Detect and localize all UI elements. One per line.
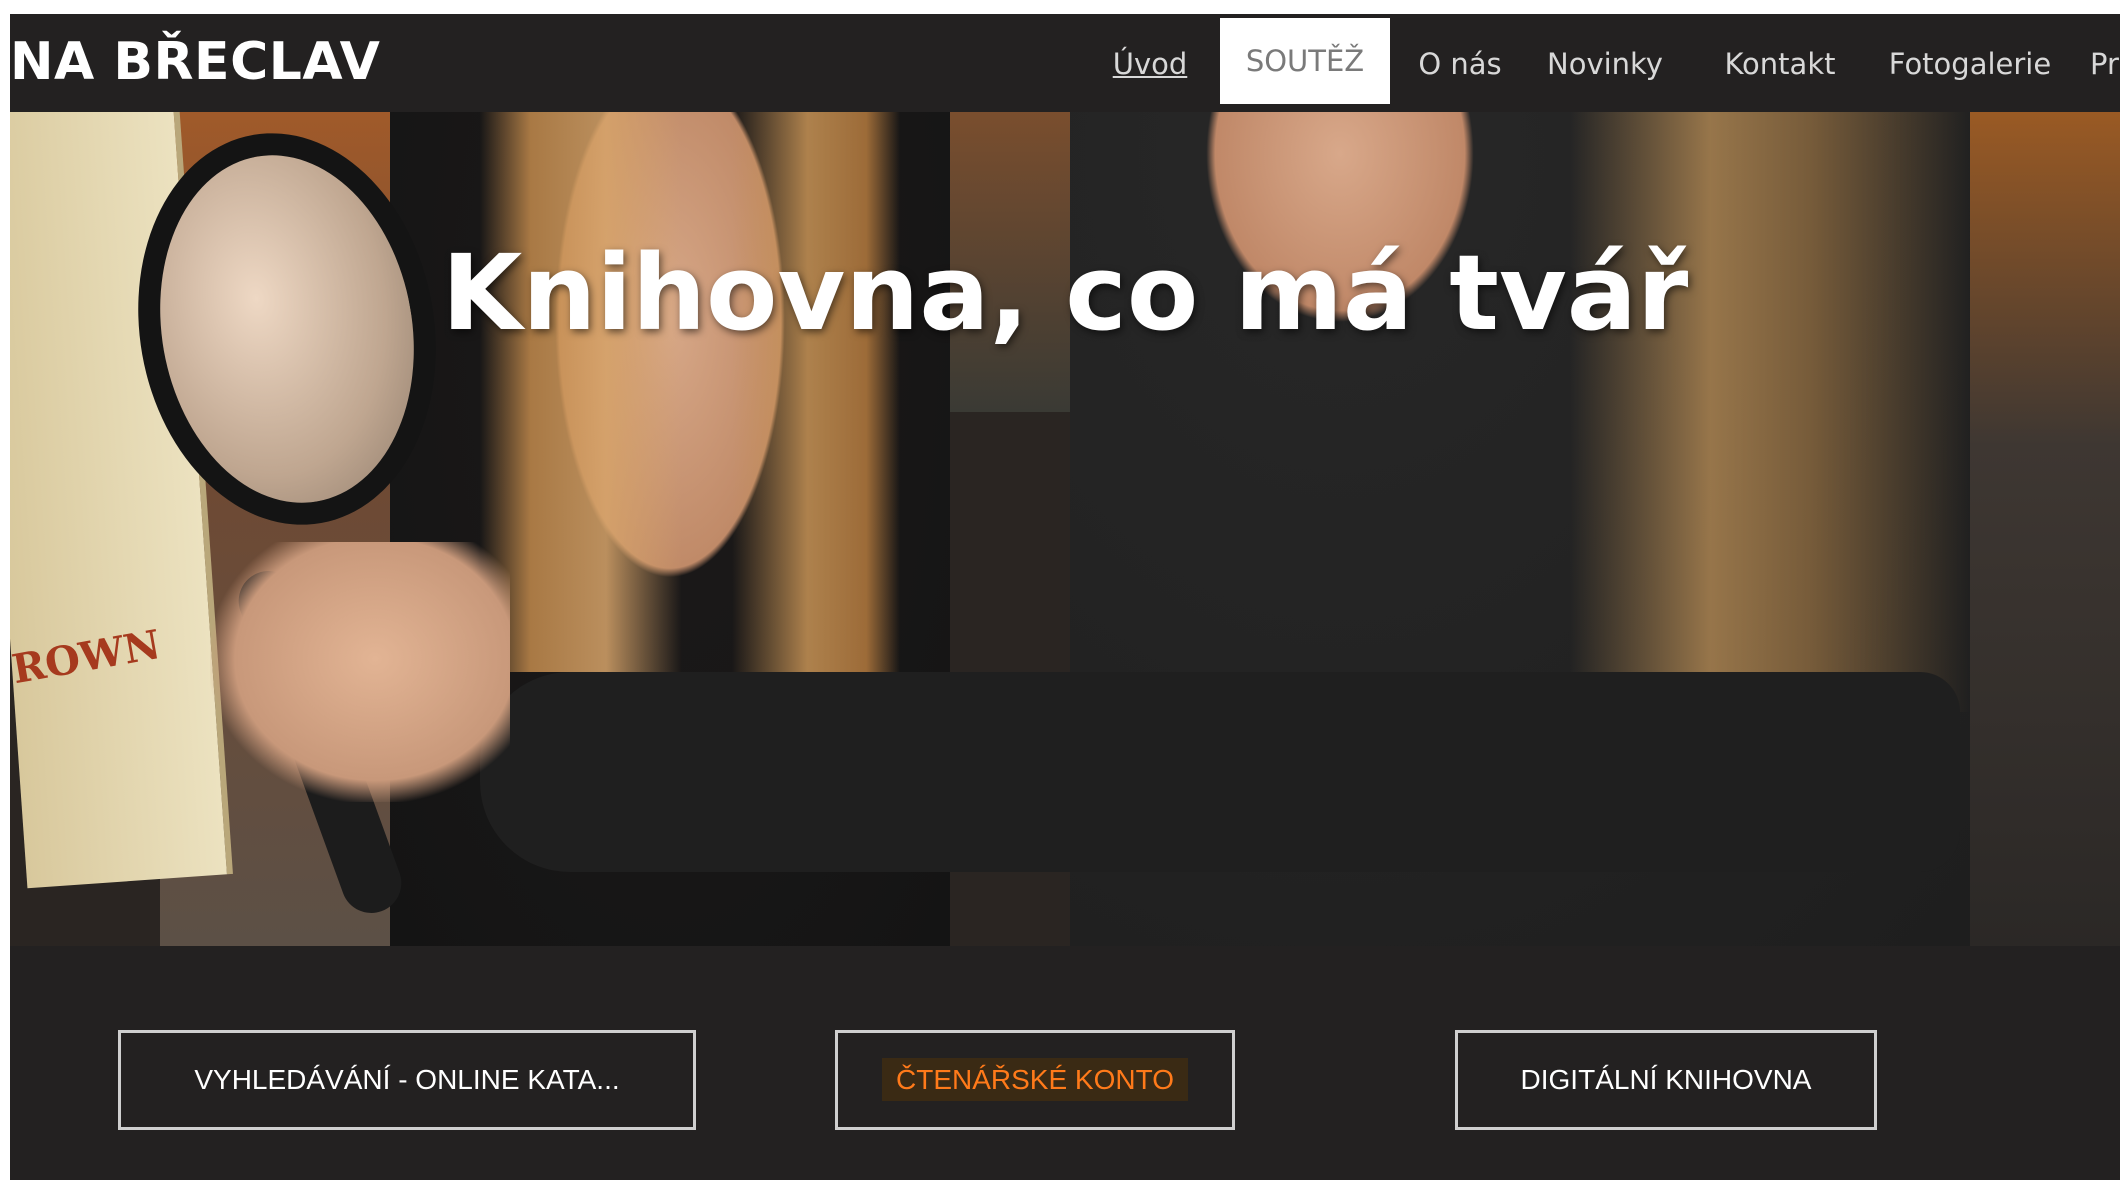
hero-title: Knihovna, co má tvář [10, 232, 2120, 354]
hero-photo-hand [210, 542, 510, 802]
page: NA BŘECLAV Úvod SOUTĚŽ O nás Novinky Kon… [10, 14, 2120, 1180]
online-catalog-button[interactable]: VYHLEDÁVÁNÍ - ONLINE KATA... [118, 1030, 696, 1130]
hero-photo-hair-left [480, 112, 900, 672]
hero-title-text: Knihovna, co má tvář [441, 232, 1689, 354]
quick-links-bar: VYHLEDÁVÁNÍ - ONLINE KATA... ČTENÁŘSKÉ K… [10, 946, 2120, 1180]
nav-item-fotogalerie[interactable]: Fotogalerie [1875, 42, 2065, 86]
nav-item-soutez[interactable]: SOUTĚŽ [1220, 18, 1390, 104]
nav-item-truncated[interactable]: Pr [2090, 42, 2120, 86]
site-header: NA BŘECLAV Úvod SOUTĚŽ O nás Novinky Kon… [10, 14, 2120, 112]
nav-item-kontakt[interactable]: Kontakt [1710, 42, 1850, 86]
book-cover-text: ROWN [10, 620, 164, 694]
hero-photo-hair-right [1570, 112, 1970, 712]
digital-library-button[interactable]: DIGITÁLNÍ KNIHOVNA [1455, 1030, 1877, 1130]
main-nav: Úvod SOUTĚŽ O nás Novinky Kontakt Fotoga… [10, 14, 2120, 112]
nav-item-o-nas[interactable]: O nás [1410, 42, 1510, 86]
reader-account-button-label: ČTENÁŘSKÉ KONTO [882, 1058, 1188, 1101]
digital-library-button-label: DIGITÁLNÍ KNIHOVNA [1520, 1064, 1812, 1095]
hero-photo-arm [480, 672, 1960, 872]
online-catalog-button-label: VYHLEDÁVÁNÍ - ONLINE KATA... [194, 1064, 620, 1095]
hero-banner: ROWN Knihovna, co má tvář [10, 112, 2120, 946]
nav-item-uvod[interactable]: Úvod [1100, 42, 1200, 86]
nav-item-novinky[interactable]: Novinky [1540, 42, 1670, 86]
reader-account-button[interactable]: ČTENÁŘSKÉ KONTO [835, 1030, 1235, 1130]
